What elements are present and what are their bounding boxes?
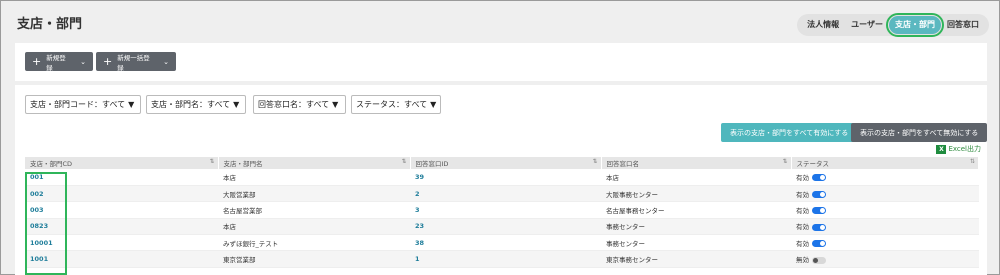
page-title: 支店・部門 [17, 17, 83, 32]
branch-name: 名古屋営業部 [218, 201, 410, 219]
sort-icon: ⇅ [401, 158, 407, 165]
excel-export-label: Excel出力 [948, 145, 981, 153]
status-label: 有効 [796, 223, 809, 232]
filter-status-label: ステータス：すべて [356, 100, 428, 109]
status-toggle[interactable] [812, 240, 826, 248]
filter-window-name[interactable]: 回答窓口名：すべて ▼ [253, 95, 346, 114]
tab-users[interactable]: ユーザー [845, 16, 889, 34]
toolbar-panel: + 新規登録 ⌄ + 新規一括登録 ⌄ [15, 43, 987, 81]
column-header-window-id[interactable]: 回答窓口ID ⇅ [410, 157, 602, 169]
branch-name: みずほ銀行_テスト [218, 234, 410, 252]
plus-icon: + [32, 55, 42, 68]
branch-code-link[interactable]: 001 [30, 173, 44, 181]
window-name: 本店 [601, 169, 791, 186]
sort-icon: ⇅ [209, 158, 215, 165]
branch-code-link[interactable]: 002 [30, 190, 44, 198]
branch-code-link[interactable]: 10001 [30, 239, 53, 247]
excel-export-link[interactable]: X Excel出力 [936, 144, 981, 154]
filter-name[interactable]: 支店・部門名：すべて ▼ [146, 95, 246, 114]
filter-code-label: 支店・部門コード：すべて [30, 100, 126, 109]
status-label: 有効 [796, 190, 809, 199]
branch-code-link[interactable]: 003 [30, 206, 44, 214]
branch-name: 大阪営業部 [218, 185, 410, 203]
table-row: 002 大阪営業部 2 大阪事務センター 有効 [25, 185, 979, 203]
status-toggle[interactable] [812, 191, 826, 199]
new-register-label: 新規登録 [46, 53, 66, 72]
main-panel: 支店・部門コード：すべて ▼ 支店・部門名：すべて ▼ 回答窓口名：すべて ▼ … [15, 85, 988, 275]
chevron-down-icon: ⌄ [80, 57, 86, 66]
window-name: 東京事務センター [601, 250, 791, 268]
status-label: 有効 [796, 173, 809, 182]
caret-down-icon: ▼ [430, 100, 437, 109]
column-header-window-name[interactable]: 回答窓口名 ⇅ [601, 157, 792, 169]
bulk-register-label: 新規一括登録 [117, 53, 150, 72]
plus-icon: + [103, 55, 113, 68]
branch-code-link[interactable]: 1001 [30, 255, 48, 263]
table-row: 003 名古屋営業部 3 名古屋事務センター 有効 [25, 201, 979, 219]
enable-all-button[interactable]: 表示の支店・部門をすべて有効にする [721, 123, 858, 142]
status-label: 有効 [796, 206, 809, 215]
window-id-link[interactable]: 1 [415, 255, 420, 263]
column-header-code[interactable]: 支店・部門CD ⇅ [25, 157, 219, 169]
filter-code[interactable]: 支店・部門コード：すべて ▼ [25, 95, 141, 114]
window-id-link[interactable]: 23 [415, 222, 424, 230]
window-id-link[interactable]: 39 [415, 173, 424, 181]
window-id-link[interactable]: 3 [415, 206, 420, 214]
sort-icon: ⇅ [782, 158, 788, 165]
window-name: 事務センター [601, 218, 791, 236]
table-row: 0823 本店 23 事務センター 有効 [25, 218, 979, 236]
filter-window-name-label: 回答窓口名：すべて [258, 100, 330, 109]
new-register-button[interactable]: + 新規登録 ⌄ [25, 52, 93, 72]
branch-name: 本店 [218, 218, 410, 236]
branch-name: 本店 [218, 169, 410, 186]
tab-response-window[interactable]: 回答窓口 [941, 16, 985, 34]
window-id-link[interactable]: 38 [415, 239, 424, 247]
bulk-register-button[interactable]: + 新規一括登録 ⌄ [96, 52, 176, 72]
status-toggle[interactable] [812, 256, 826, 264]
column-header-status[interactable]: ステータス ⇅ [791, 157, 979, 169]
tab-branches[interactable]: 支店・部門 [886, 13, 944, 37]
chevron-down-icon: ⌄ [163, 57, 169, 66]
filter-status[interactable]: ステータス：すべて ▼ [351, 95, 441, 114]
disable-all-button[interactable]: 表示の支店・部門をすべて無効にする [851, 123, 988, 142]
sort-icon: ⇅ [592, 158, 598, 165]
sort-icon: ⇅ [969, 158, 975, 165]
window-name: 事務センター [601, 234, 791, 252]
caret-down-icon: ▼ [233, 100, 240, 109]
status-label: 有効 [796, 239, 809, 248]
table-row: 1001 東京営業部 1 東京事務センター 無効 [25, 250, 979, 268]
window-id-link[interactable]: 2 [415, 190, 420, 198]
filter-name-label: 支店・部門名：すべて [151, 100, 231, 109]
caret-down-icon: ▼ [332, 100, 339, 109]
status-toggle[interactable] [812, 207, 826, 215]
branch-code-link[interactable]: 0823 [30, 222, 48, 230]
tab-bar: 法人情報 ユーザー 支店・部門 回答窓口 [797, 13, 989, 37]
app-frame: 支店・部門 法人情報 ユーザー 支店・部門 回答窓口 + 新規登録 ⌄ + 新規… [0, 0, 1000, 275]
table-row: 001 本店 39 本店 有効 [25, 169, 979, 186]
caret-down-icon: ▼ [128, 100, 135, 109]
table-row: 10001 みずほ銀行_テスト 38 事務センター 有効 [25, 234, 979, 252]
tab-corporate-info[interactable]: 法人情報 [801, 16, 845, 34]
status-toggle[interactable] [812, 223, 826, 231]
column-header-name[interactable]: 支店・部門名 ⇅ [218, 157, 411, 169]
excel-icon: X [936, 144, 947, 154]
status-label: 無効 [796, 256, 809, 265]
window-name: 大阪事務センター [601, 185, 791, 203]
branch-table: 支店・部門CD ⇅ 支店・部門名 ⇅ 回答窓口ID ⇅ 回答窓口名 ⇅ ステータス ⇅ 0… [25, 157, 979, 268]
status-toggle[interactable] [812, 174, 826, 182]
branch-name: 東京営業部 [218, 250, 410, 268]
window-name: 名古屋事務センター [601, 201, 791, 219]
